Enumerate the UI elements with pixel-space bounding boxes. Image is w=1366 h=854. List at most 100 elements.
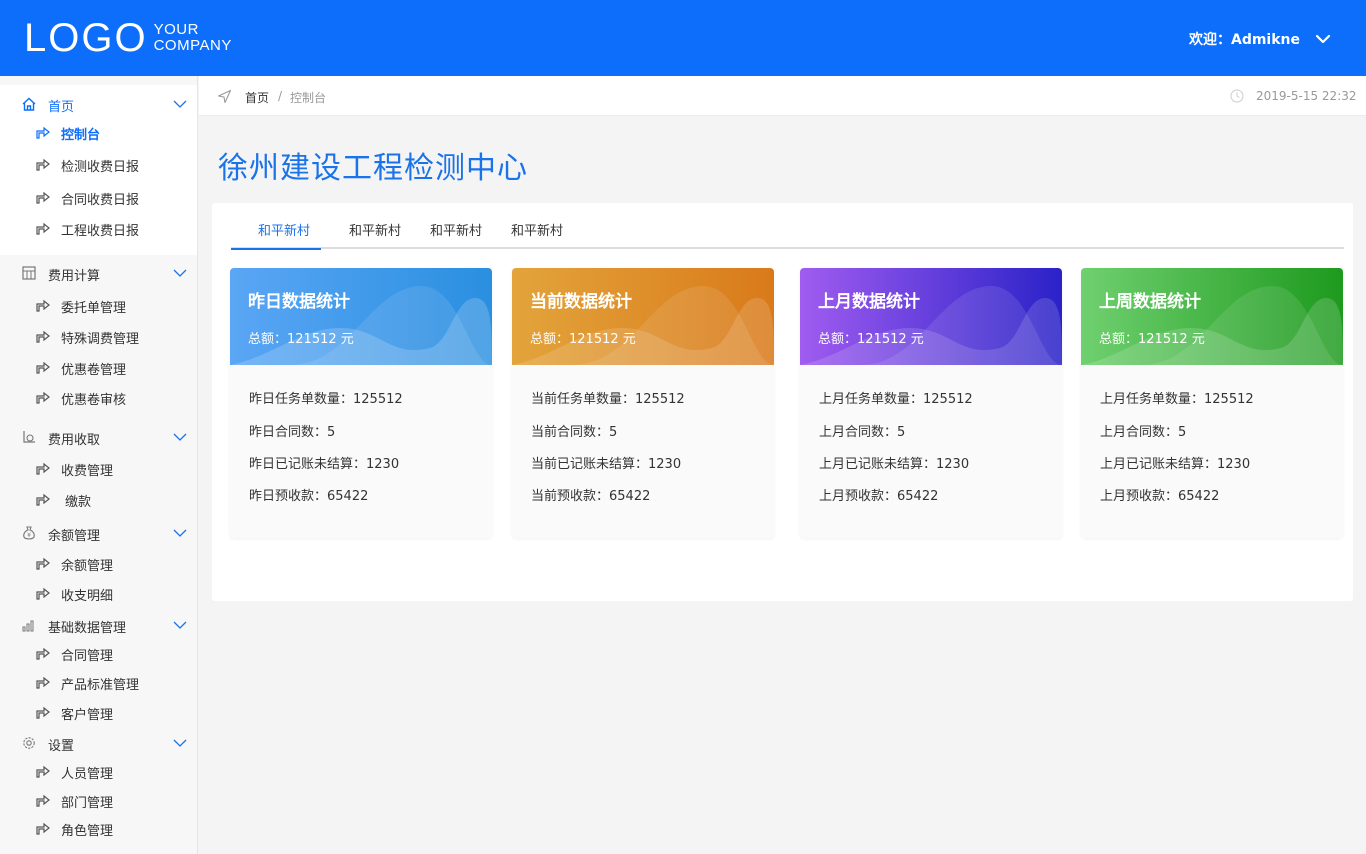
sidebar-item-label: 检测收费日报: [61, 160, 140, 175]
sidebar-item-roles[interactable]: 角色管理: [0, 818, 197, 840]
sidebar-group-label: 余额管理: [48, 529, 101, 544]
sidebar-group-fee-calc[interactable]: 费用计算: [0, 261, 197, 285]
card-title: 上月数据统计: [818, 292, 920, 312]
sidebar-item-inspection-daily[interactable]: 检测收费日报: [0, 154, 197, 176]
chevron-down-icon[interactable]: [173, 527, 187, 539]
calculator-icon: [22, 266, 36, 280]
home-icon: [22, 97, 36, 111]
card-stat-contracts: 昨日合同数：5: [249, 425, 336, 440]
sidebar-group-label: 费用计算: [48, 269, 101, 284]
sidebar-item-contract-daily[interactable]: 合同收费日报: [0, 187, 197, 209]
logo-sub-line-1: YOUR: [153, 21, 199, 38]
sidebar-item-label: 优惠卷管理: [61, 363, 127, 378]
card-stat-unsettled: 当前已记账未结算：1230: [531, 457, 682, 472]
share-arrow-icon: [36, 299, 50, 312]
card-stat-prepaid: 昨日预收款：65422: [249, 489, 369, 504]
breadcrumb-home-link[interactable]: 首页: [245, 89, 269, 106]
card-header: 上周数据统计 总额：121512 元: [1081, 268, 1343, 365]
gear-icon: [23, 737, 35, 749]
sidebar: 首页 控制台 检测收费日报 合同收费日报 工程收费日报 费用计算 委托单管理 特…: [0, 76, 198, 854]
share-arrow-icon: [36, 587, 50, 600]
share-arrow-icon: [36, 126, 50, 139]
logo-subtitle: YOUR COMPANY: [154, 22, 232, 54]
sidebar-item-label: 控制台: [61, 128, 101, 143]
sidebar-item-product-standards[interactable]: 产品标准管理: [0, 672, 197, 694]
chevron-down-icon[interactable]: [173, 98, 187, 110]
chevron-down-icon[interactable]: [173, 267, 187, 279]
sidebar-group-settings[interactable]: 设置: [0, 731, 197, 755]
share-arrow-icon: [36, 158, 50, 171]
sidebar-item-label: 工程收费日报: [61, 224, 140, 239]
sidebar-group-home[interactable]: 首页: [0, 92, 197, 116]
sidebar-item-label: 人员管理: [61, 767, 114, 782]
card-stat-unsettled: 昨日已记账未结算：1230: [249, 457, 400, 472]
sidebar-item-label: 合同管理: [61, 649, 114, 664]
tab-bar: 和平新村 和平新村 和平新村 和平新村: [231, 203, 1344, 249]
navigation-arrow-icon: [217, 89, 232, 104]
card-stat-unsettled: 上月已记账未结算：1230: [1100, 457, 1251, 472]
sidebar-item-project-daily[interactable]: 工程收费日报: [0, 218, 197, 240]
sidebar-item-special-fee[interactable]: 特殊调费管理: [0, 326, 197, 348]
sidebar-item-income-expense[interactable]: 收支明细: [0, 583, 197, 605]
tab-community-1[interactable]: 和平新村: [258, 220, 310, 239]
chevron-down-icon[interactable]: [173, 737, 187, 749]
tab-community-3[interactable]: 和平新村: [430, 220, 482, 239]
logo-sub-line-2: COMPANY: [153, 37, 232, 54]
sidebar-item-balance[interactable]: 余额管理: [0, 553, 197, 575]
top-header: LOGO YOUR COMPANY 欢迎：Admikne: [0, 0, 1366, 76]
card-title: 上周数据统计: [1099, 292, 1201, 312]
card-stat-contracts: 当前合同数：5: [531, 425, 618, 440]
sidebar-item-coupon-review[interactable]: 优惠卷审核: [0, 387, 197, 409]
sidebar-item-payment[interactable]: 缴款: [0, 489, 197, 511]
card-stat-prepaid: 上月预收款：65422: [819, 489, 939, 504]
welcome-user[interactable]: 欢迎：Admikne: [1189, 29, 1300, 49]
sidebar-group-base-data[interactable]: 基础数据管理: [0, 613, 197, 637]
card-stat-prepaid: 上月预收款：65422: [1100, 489, 1220, 504]
sidebar-item-orders[interactable]: 委托单管理: [0, 295, 197, 317]
card-stat-orders: 上月任务单数量：125512: [819, 392, 973, 407]
chevron-down-icon[interactable]: [173, 431, 187, 443]
share-arrow-icon: [36, 361, 50, 374]
sidebar-item-label: 余额管理: [61, 559, 114, 574]
sidebar-item-label: 特殊调费管理: [61, 332, 140, 347]
share-arrow-icon: [36, 493, 50, 506]
card-title: 当前数据统计: [530, 292, 632, 312]
card-stat-orders: 上月任务单数量：125512: [1100, 392, 1254, 407]
sidebar-item-departments[interactable]: 部门管理: [0, 790, 197, 812]
sidebar-group-label: 费用收取: [48, 433, 101, 448]
chevron-down-icon[interactable]: [1314, 30, 1332, 48]
card-stat-prepaid: 当前预收款：65422: [531, 489, 651, 504]
sidebar-item-charges[interactable]: 收费管理: [0, 458, 197, 480]
share-arrow-icon: [36, 191, 50, 204]
share-arrow-icon: [36, 794, 50, 807]
card-total: 总额：121512 元: [530, 332, 636, 347]
sidebar-item-label: 角色管理: [61, 824, 114, 839]
card-wave-background: [800, 268, 1062, 365]
sidebar-item-label: 缴款: [65, 495, 92, 510]
sidebar-item-label: 收费管理: [61, 464, 114, 479]
sidebar-group-fee-collect[interactable]: 费用收取: [0, 425, 197, 449]
page-title: 徐州建设工程检测中心: [218, 151, 528, 186]
share-arrow-icon: [36, 822, 50, 835]
sidebar-item-staff[interactable]: 人员管理: [0, 761, 197, 783]
sidebar-item-coupons[interactable]: 优惠卷管理: [0, 357, 197, 379]
card-header: 当前数据统计 总额：121512 元: [512, 268, 774, 365]
sidebar-item-contracts[interactable]: 合同管理: [0, 643, 197, 665]
tab-community-4[interactable]: 和平新村: [511, 220, 563, 239]
share-arrow-icon: [36, 676, 50, 689]
sidebar-item-label: 客户管理: [61, 708, 114, 723]
sidebar-group-balance[interactable]: ¥ 余额管理: [0, 521, 197, 545]
card-title: 昨日数据统计: [248, 292, 350, 312]
breadcrumb-separator: /: [278, 89, 283, 103]
chevron-down-icon[interactable]: [173, 619, 187, 631]
stat-card-last-week: 上周数据统计 总额：121512 元 上月任务单数量：125512 上月合同数：…: [1081, 268, 1343, 538]
sidebar-item-customers[interactable]: 客户管理: [0, 702, 197, 724]
sidebar-item-console[interactable]: 控制台: [0, 122, 197, 144]
company-logo[interactable]: LOGO YOUR COMPANY: [24, 16, 232, 60]
money-bag-icon: ¥: [23, 526, 35, 540]
sidebar-item-label: 合同收费日报: [61, 193, 140, 208]
tab-community-2[interactable]: 和平新村: [349, 220, 401, 239]
card-stat-contracts: 上月合同数：5: [1100, 425, 1187, 440]
sidebar-item-label: 部门管理: [61, 796, 114, 811]
share-arrow-icon: [36, 222, 50, 235]
